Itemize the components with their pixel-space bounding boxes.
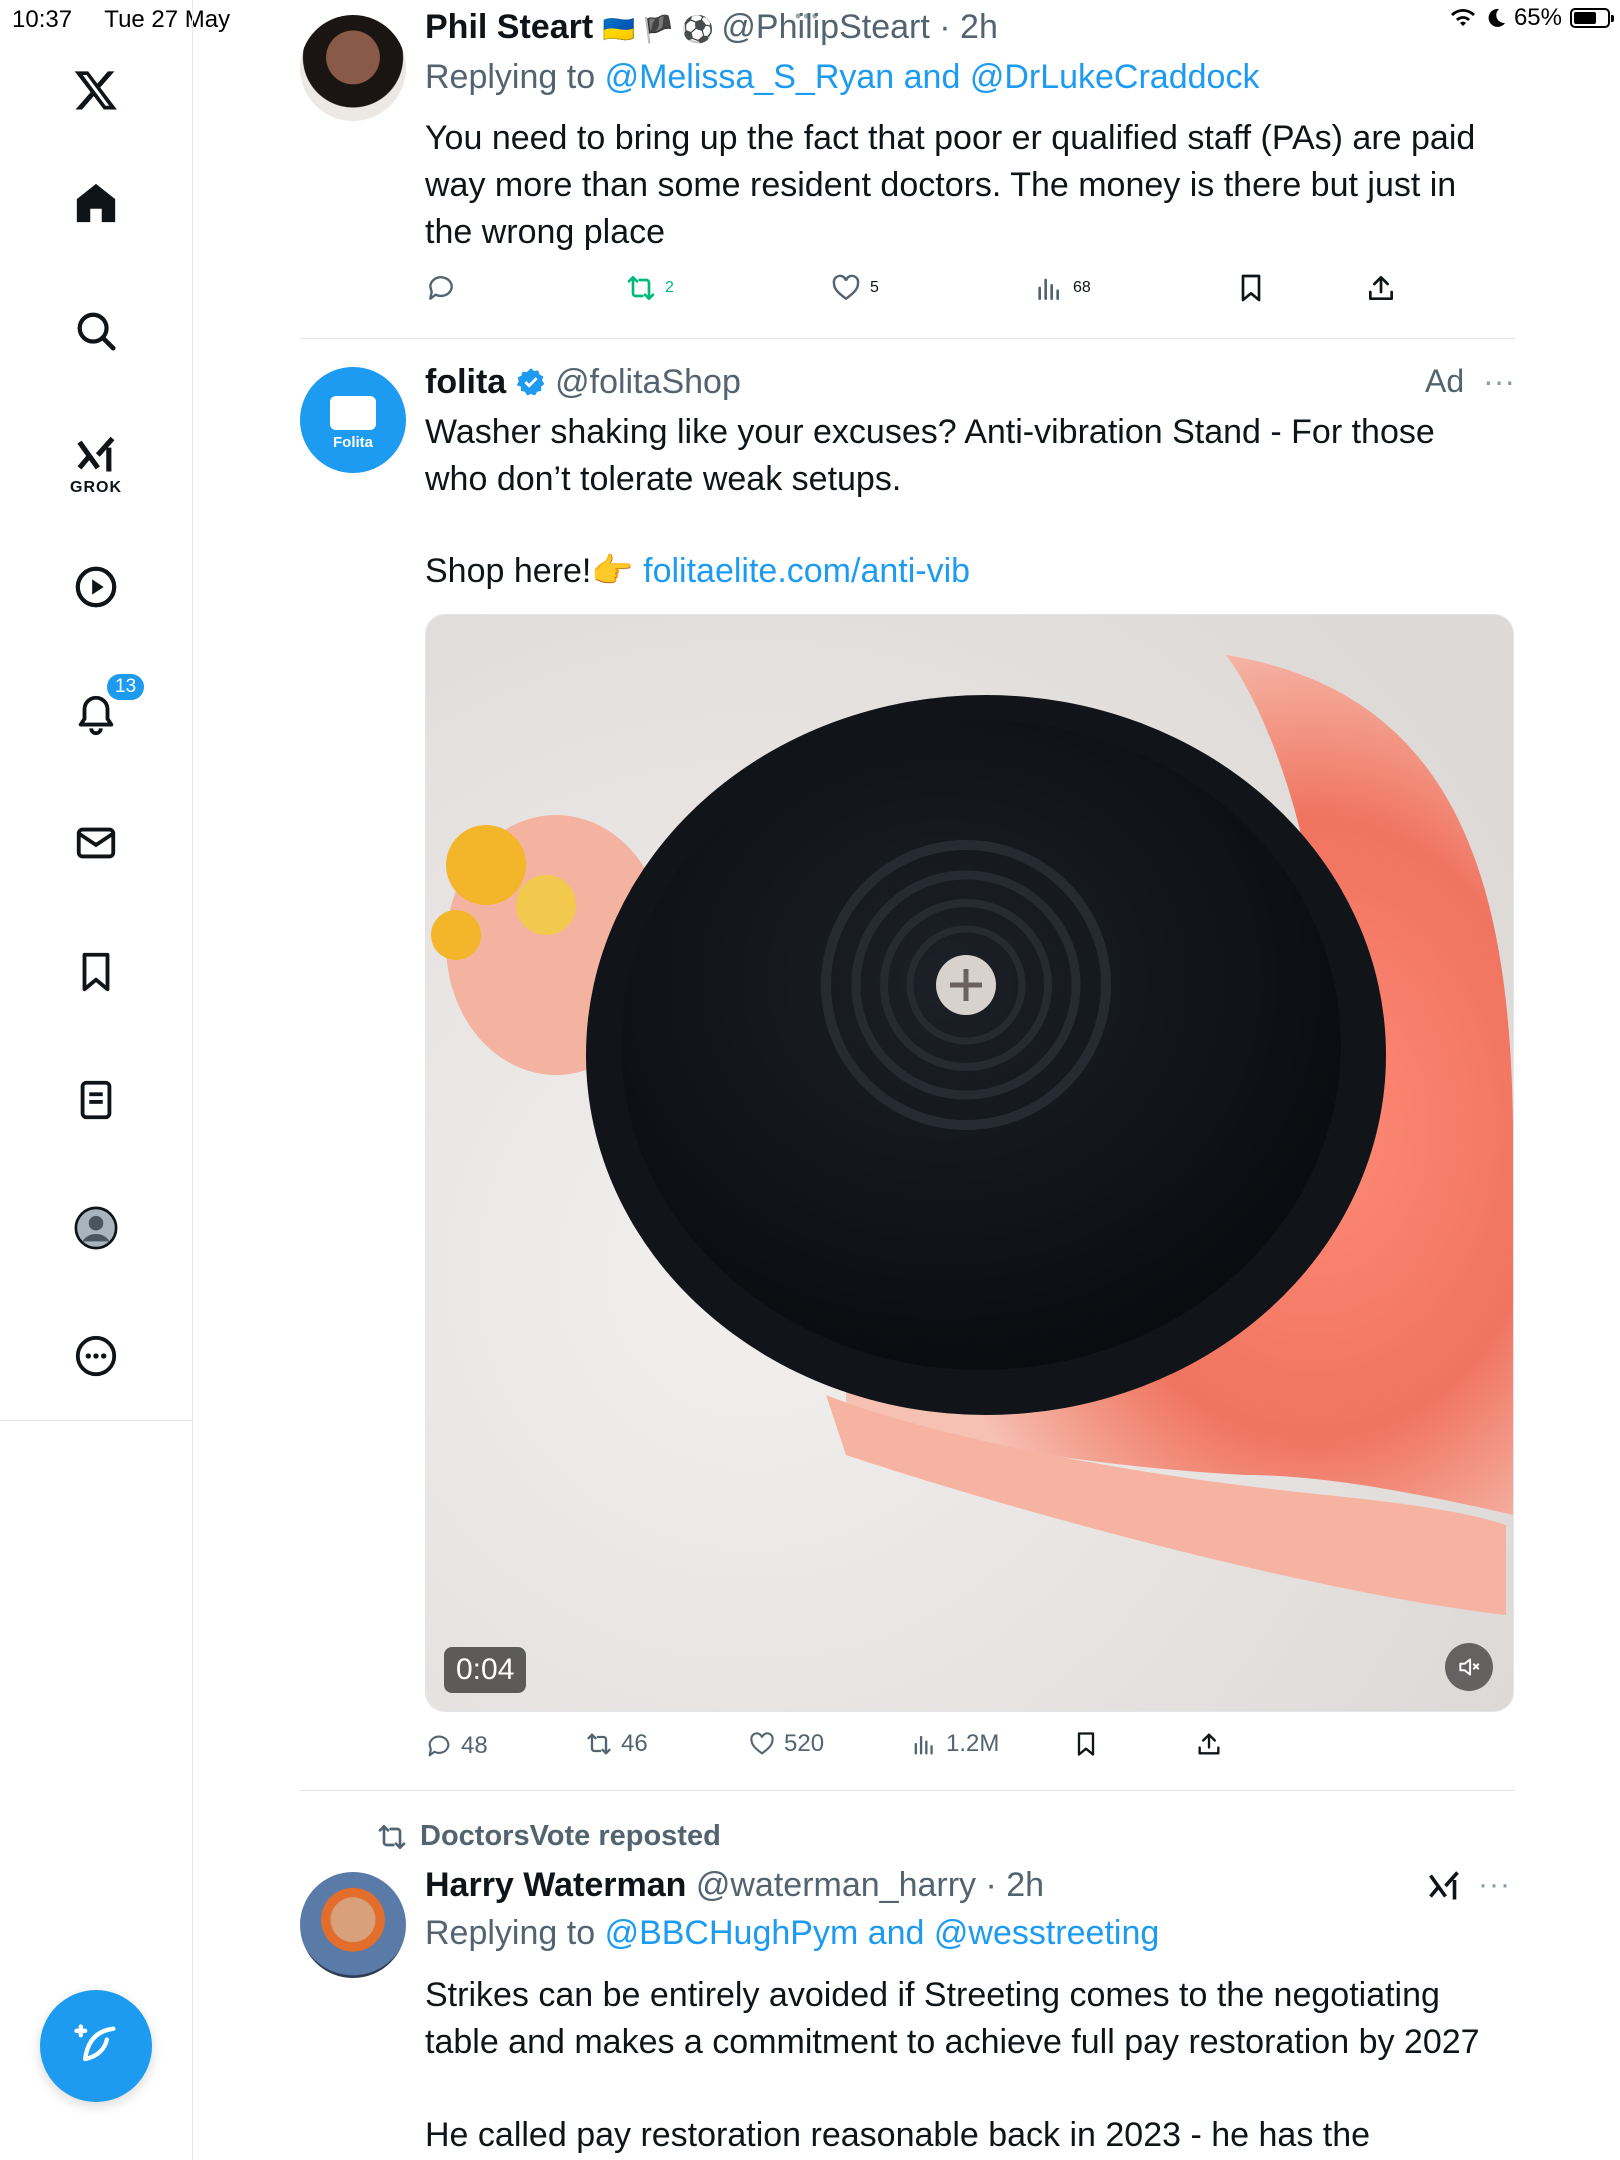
- wifi-icon: [1450, 9, 1475, 26]
- tweet-avatar[interactable]: [300, 15, 406, 121]
- like-count: 5: [870, 279, 879, 296]
- tweet-text: Strikes can be entirely avoided if Stree…: [425, 1976, 1480, 2061]
- ad-bookmark-button[interactable]: [1072, 1730, 1100, 1758]
- heart-icon: [832, 274, 860, 301]
- video-time: 0:04: [444, 1647, 527, 1693]
- views-icon: [914, 1735, 933, 1755]
- search-icon[interactable]: [61, 296, 131, 366]
- retweet-count: 46: [621, 1730, 648, 1757]
- share-icon: [1198, 1733, 1220, 1755]
- ad-text: Ad: [1425, 363, 1465, 399]
- tweet-header: Phil Steart 🇺🇦 🏴 ⚽ @PhilipSteart · 2h: [425, 8, 998, 46]
- advertiser-name[interactable]: folita: [425, 363, 506, 401]
- like-count: 520: [784, 1730, 825, 1757]
- reply-button[interactable]: [425, 272, 457, 304]
- messages-icon[interactable]: [61, 808, 131, 878]
- replying-to: Replying to @Melissa_S_Ryan and @DrLukeC…: [425, 58, 1259, 97]
- status-bar-right: 65%: [1448, 4, 1614, 32]
- battery-percent: 65%: [1513, 4, 1562, 31]
- repost-line: DoctorsVote reposted: [376, 1820, 721, 1853]
- advertiser-avatar[interactable]: Folita: [300, 367, 406, 473]
- sidebar: GROK 13: [0, 0, 193, 2160]
- advertiser-handle[interactable]: @folitaShop: [555, 363, 741, 401]
- grok-icon[interactable]: GROK: [61, 420, 131, 510]
- ad-like-button[interactable]: 520: [748, 1730, 824, 1758]
- retweet-count: 2: [665, 279, 674, 296]
- author-name[interactable]: Harry Waterman: [425, 1866, 686, 1904]
- views-button[interactable]: 68: [1033, 272, 1091, 304]
- shop-text: Shop here!👉: [425, 552, 634, 590]
- tweet-text: You need to bring up the fact that poor …: [425, 119, 1476, 251]
- ad-video[interactable]: [425, 614, 1514, 1712]
- more-options-icon[interactable]: ···: [1478, 1868, 1511, 1902]
- bookmark-button[interactable]: [1235, 272, 1267, 304]
- like-button[interactable]: 5: [830, 272, 879, 304]
- tweet-time: 2h: [960, 8, 998, 46]
- grok-icon[interactable]: [1425, 1868, 1463, 1904]
- flag-icons: 🇺🇦 🏴 ⚽: [602, 14, 722, 44]
- replying-prefix: Replying to: [425, 58, 596, 96]
- replying-to-links[interactable]: @BBCHughPym and @wesstreeting: [605, 1914, 1160, 1952]
- x-logo-icon[interactable]: [61, 55, 131, 125]
- bookmarks-icon[interactable]: [61, 937, 131, 1007]
- views-count: 1.2M: [946, 1730, 1000, 1757]
- video-frame: [426, 615, 1513, 1711]
- shop-line: Shop here!👉 folitaelite.com/anti-vib: [425, 548, 1505, 595]
- author-name[interactable]: Phil Steart: [425, 8, 593, 46]
- views-icon: [1038, 278, 1059, 300]
- replying-to-links[interactable]: @Melissa_S_Ryan and @DrLukeCraddock: [605, 58, 1260, 96]
- ad-views-button[interactable]: 1.2M: [910, 1730, 999, 1758]
- more-options-icon[interactable]: [61, 1321, 131, 1391]
- replying-to: Replying to @BBCHughPym and @wesstreetin…: [425, 1914, 1159, 1953]
- tweet-time: 2h: [1006, 1866, 1045, 1904]
- repost-by[interactable]: DoctorsVote reposted: [420, 1820, 721, 1853]
- ad-header: folita @folitaShop: [425, 363, 741, 402]
- home-icon[interactable]: [61, 168, 131, 238]
- ad-label: Ad ···: [1425, 363, 1515, 400]
- tweet-header: Harry Waterman @waterman_harry · 2h: [425, 1866, 1045, 1904]
- video-icon[interactable]: [61, 552, 131, 622]
- ad-share-button[interactable]: [1195, 1730, 1223, 1758]
- speaker-muted-icon: [1459, 1658, 1480, 1676]
- mute-button[interactable]: [1445, 1643, 1493, 1691]
- notifications-icon[interactable]: 13: [61, 672, 147, 750]
- advertiser-logo-text: Folita: [333, 433, 373, 451]
- sidebar-divider: [0, 1420, 192, 1421]
- bag-icon: [330, 395, 376, 430]
- compose-button[interactable]: [40, 1990, 152, 2102]
- tweet-divider: [300, 1790, 1515, 1791]
- share-button[interactable]: [1365, 272, 1397, 304]
- heart-icon: [750, 1732, 774, 1755]
- share-icon: [1369, 276, 1393, 300]
- tweet-text-continued: He called pay restoration reasonable bac…: [425, 2116, 1371, 2154]
- shop-link[interactable]: folitaelite.com/anti-vib: [643, 552, 970, 590]
- tweet-divider: [300, 338, 1515, 339]
- reply-icon: [429, 276, 453, 300]
- grok-label: GROK: [70, 479, 122, 496]
- retweet-button[interactable]: 2: [625, 272, 674, 304]
- notification-badge: 13: [105, 672, 147, 702]
- moon-icon: [1488, 8, 1505, 27]
- battery-icon: [1570, 8, 1614, 28]
- author-handle[interactable]: @waterman_harry: [696, 1866, 976, 1904]
- repost-icon: [378, 1824, 406, 1849]
- reply-icon: [428, 1735, 450, 1757]
- author-handle[interactable]: @PhilipSteart: [721, 8, 929, 46]
- reply-count: 48: [461, 1732, 488, 1759]
- profile-avatar-icon[interactable]: [61, 1193, 131, 1263]
- retweet-icon: [627, 276, 655, 300]
- ad-retweet-button[interactable]: 46: [585, 1730, 648, 1758]
- ad-text-body: Washer shaking like your excuses? Anti-v…: [425, 413, 1435, 498]
- verified-badge-icon: [516, 368, 544, 396]
- bookmark-icon: [1241, 274, 1261, 302]
- bookmark-icon: [1077, 1732, 1095, 1756]
- replying-prefix: Replying to: [425, 1914, 596, 1952]
- tweet-avatar[interactable]: [300, 1872, 406, 1978]
- views-count: 68: [1073, 279, 1091, 296]
- ad-reply-button[interactable]: 48: [425, 1732, 488, 1760]
- retweet-icon: [587, 1733, 611, 1755]
- compose-feather-icon: [74, 2024, 116, 2062]
- more-options-icon[interactable]: ···: [1483, 363, 1515, 399]
- lists-icon[interactable]: [61, 1065, 131, 1135]
